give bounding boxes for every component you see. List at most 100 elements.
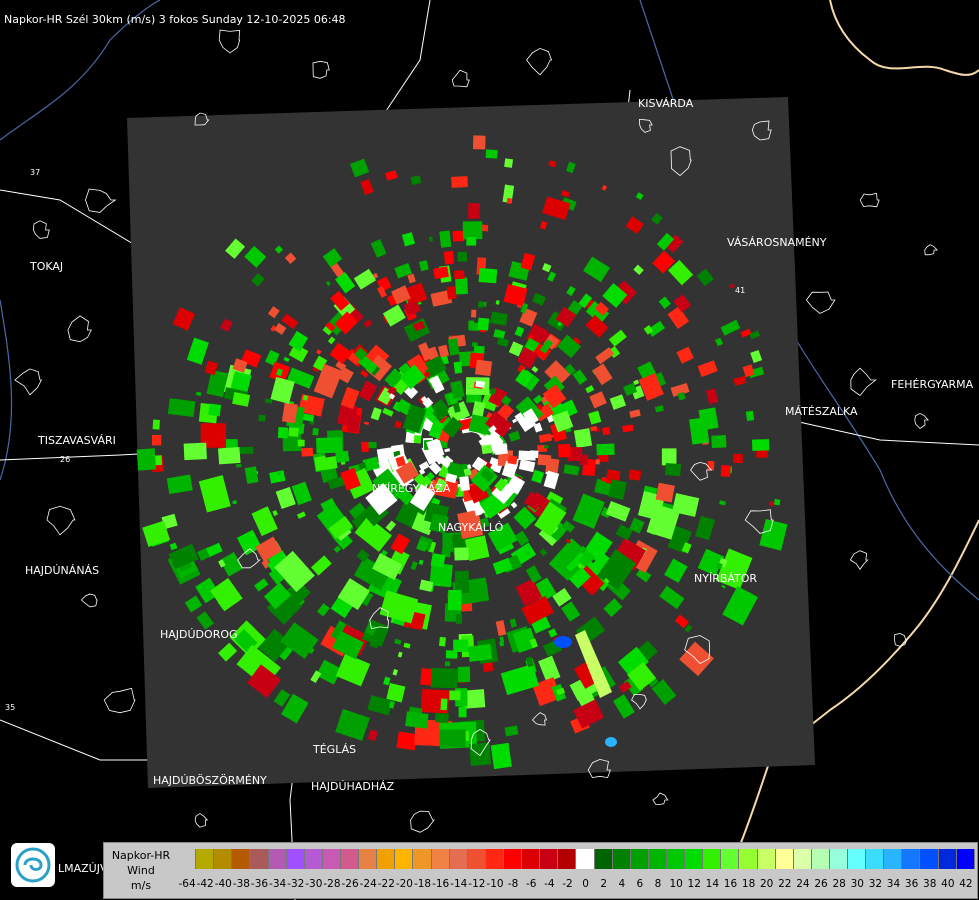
legend-swatch <box>377 849 396 869</box>
legend-tick-label: 24 <box>796 878 810 890</box>
legend-swatch <box>359 849 378 869</box>
legend-tick-label: -20 <box>395 878 413 890</box>
legend-header: Napkor-HR Wind m/s <box>104 843 178 898</box>
legend-swatch <box>594 849 613 869</box>
legend-swatch <box>413 849 432 869</box>
legend-tick-label: 32 <box>868 878 883 890</box>
legend-swatch <box>340 849 360 869</box>
legend-tick-label: 42 <box>959 878 973 890</box>
city-teglas: TÉGLÁS <box>313 743 357 756</box>
legend-swatch <box>286 849 305 869</box>
city-nyirbator: NYÍRBÁTOR <box>694 572 758 585</box>
legend-swatch <box>902 849 921 869</box>
legend-tick-label: -10 <box>486 878 504 890</box>
legend-swatch <box>703 849 722 869</box>
legend-swatch <box>866 849 885 869</box>
legend-tick-label: -22 <box>377 878 395 890</box>
legend-tick-label: -14 <box>450 878 468 890</box>
city-tiszavasvari: TISZAVASVÁRI <box>38 434 116 447</box>
legend-tick-label: -8 <box>507 878 519 890</box>
legend-swatch <box>449 849 468 869</box>
legend-ticks: -64 -42 -40 -38 -36 -34 -32 -30 -28 -26 -24 -22 -20-… <box>178 878 975 892</box>
legend-tick-label: -2 <box>562 878 573 890</box>
legend-swatch <box>775 849 794 869</box>
legend-swatch <box>304 849 323 869</box>
legend-tick-label: -26 <box>341 878 359 890</box>
legend-tick-label: 16 <box>723 878 738 890</box>
legend-unit: m/s <box>130 879 152 892</box>
road-number: 37 <box>30 168 41 177</box>
color-legend: Napkor-HR Wind m/s -64 -42 -40 -38 -36 -34 -32… <box>103 842 978 899</box>
legend-swatch <box>829 849 849 869</box>
city-hajdunanas: HAJDÚNÁNÁS <box>25 564 100 577</box>
legend-swatch <box>884 849 903 869</box>
legend-tick-label: -28 <box>323 878 341 890</box>
legend-tick-label: -42 <box>196 878 214 890</box>
legend-tick-label: -38 <box>232 878 250 890</box>
city-tokaj: TOKAJ <box>30 260 64 273</box>
legend-swatch <box>540 849 559 869</box>
legend-tick-label: -64 <box>178 878 196 890</box>
legend-tick-label: 26 <box>814 878 828 890</box>
legend-swatch <box>612 849 631 869</box>
legend-tick-label: -30 <box>305 878 323 890</box>
legend-tick-label: 28 <box>832 878 846 890</box>
legend-swatch <box>431 849 450 869</box>
legend-tick-label: 0 <box>582 878 589 890</box>
legend-tick-label: 22 <box>778 878 792 890</box>
legend-tick-label: 36 <box>904 878 919 890</box>
legend-swatch <box>938 849 957 869</box>
legend-tick-label: -24 <box>359 878 377 890</box>
city-hajduboszormeny: HAJDÚBÖSZÖRMÉNY <box>153 774 267 787</box>
legend-swatch <box>268 849 287 869</box>
legend-tick-label: 34 <box>886 878 901 890</box>
city-hajduhadhaz: HAJDÚHADHÁZ <box>311 780 395 793</box>
legend-swatch <box>395 849 414 869</box>
legend-swatch <box>648 849 667 869</box>
city-kisvarda: KISVÁRDA <box>638 97 694 110</box>
legend-swatch <box>522 849 541 869</box>
legend-swatch <box>811 849 830 869</box>
legend-swatch <box>630 849 649 869</box>
legend-tick-label: 38 <box>923 878 937 890</box>
legend-swatch <box>920 849 939 869</box>
legend-tick-label: -36 <box>250 878 269 890</box>
legend-swatch <box>467 849 486 869</box>
legend-title: Napkor-HR <box>111 849 171 862</box>
legend-swatch <box>485 849 504 869</box>
legend-swatch <box>178 849 197 869</box>
city-fehergyarmat: FEHÉRGYARMA <box>891 378 974 391</box>
legend-tick-label: 20 <box>760 878 774 890</box>
legend-swatch <box>666 849 686 869</box>
legend-tick-label: -16 <box>432 878 450 890</box>
legend-tick-label: -18 <box>413 878 432 890</box>
logo-icon <box>11 843 55 887</box>
city-nagykallo: NAGYKÁLLÓ <box>438 521 504 534</box>
legend-swatch <box>685 849 704 869</box>
legend-swatch <box>793 849 812 869</box>
legend-swatch <box>721 849 740 869</box>
legend-swatch <box>214 849 233 869</box>
legend-tick-label: 30 <box>850 878 864 890</box>
legend-tick-label: -34 <box>269 878 287 890</box>
legend-tick-label: 18 <box>741 878 756 890</box>
legend-tick-label: -32 <box>287 878 305 890</box>
legend-tick-label: -12 <box>468 878 486 890</box>
legend-swatch <box>558 849 577 869</box>
legend-tick-label: 12 <box>687 878 701 890</box>
legend-swatch <box>196 849 215 869</box>
legend-swatch <box>250 849 269 869</box>
legend-swatch <box>739 849 758 869</box>
city-mateszalka: MÁTÉSZALKA <box>785 405 858 418</box>
legend-tick-label: 4 <box>618 878 626 890</box>
legend-tick-label: -4 <box>544 878 555 890</box>
city-vasarosnameny: VÁSÁROSNAMÉNY <box>727 236 827 249</box>
road-number: 35 <box>5 703 16 712</box>
legend-tick-label: 6 <box>636 878 644 890</box>
legend-swatch <box>956 849 975 869</box>
legend-swatch <box>576 849 595 869</box>
map-title: Napkor-HR Szél 30km (m/s) 3 fokos Sunday… <box>4 13 346 26</box>
legend-tick-label: -6 <box>525 878 537 890</box>
legend-quantity: Wind <box>127 864 155 877</box>
legend-swatch <box>232 849 251 869</box>
